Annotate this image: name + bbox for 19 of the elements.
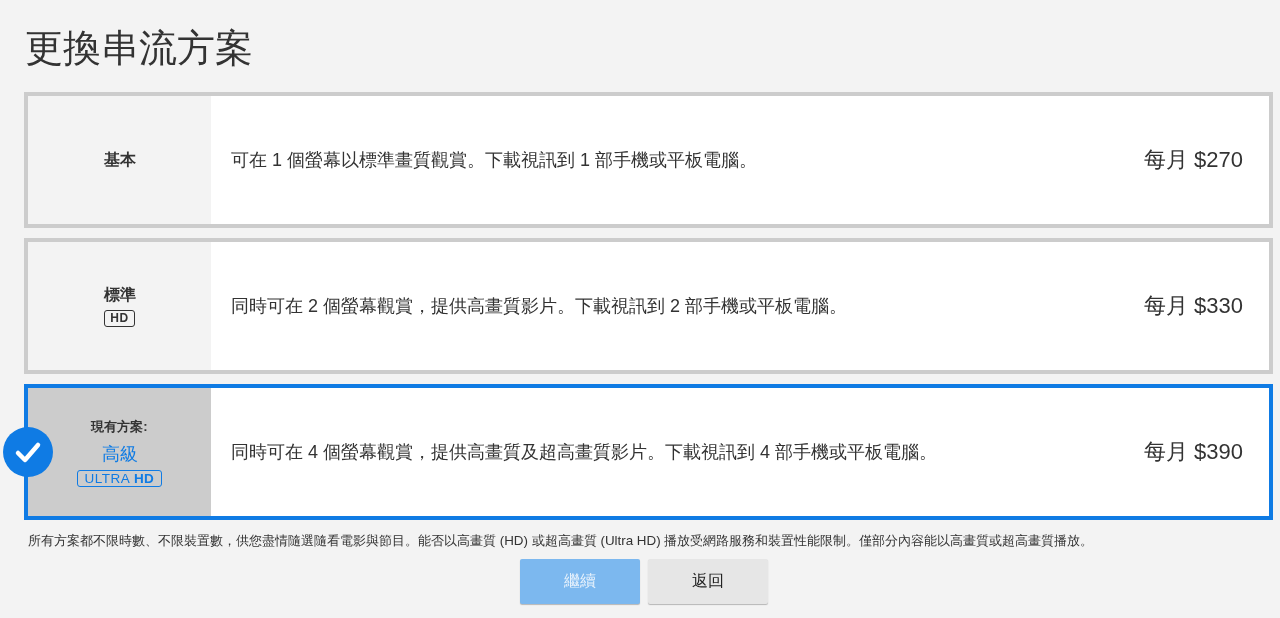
- current-plan-label: 現有方案:: [91, 417, 148, 436]
- plan-name: 標準: [103, 285, 136, 305]
- plan-price: 每月 $330: [1143, 292, 1243, 320]
- ultra-hd-badge: ULTRA HD: [76, 469, 163, 487]
- plan-price: 每月 $270: [1143, 146, 1243, 174]
- hd-badge: HD: [104, 310, 135, 327]
- plan-price: 每月 $390: [1143, 438, 1243, 466]
- plan-card[interactable]: 現有方案: 高級 ULTRA HD 同時可在 4 個螢幕觀賞，提供高畫質及超高畫質影片。下載視訊到 4 部手機或平板電腦。 每月 $390: [24, 384, 1273, 520]
- plan-description: 可在 1 個螢幕以標準畫質觀賞。下載視訊到 1 部手機或平板電腦。: [231, 149, 758, 172]
- footnote: 所有方案都不限時數、不限裝置數，供您盡情隨選隨看電影與節目。能否以高畫質 (HD) 或超高畫質 (Ultra HD) 播放受網路服務和裝置性能限制。僅部分內容能以高畫質或超高畫質播放。: [28, 532, 1095, 550]
- plan-name: 基本: [103, 149, 136, 170]
- plan-description: 同時可在 4 個螢幕觀賞，提供高畫質及超高畫質影片。下載視訊到 4 部手機或平板電腦。: [231, 441, 938, 464]
- page-title: 更換串流方案: [25, 26, 254, 71]
- back-button[interactable]: 返回: [647, 559, 768, 604]
- plan-name: 高級: [101, 442, 138, 466]
- plan-card[interactable]: 標準 HD 同時可在 2 個螢幕觀賞，提供高畫質影片。下載視訊到 2 部手機或平板電腦。 每月 $330: [24, 238, 1273, 374]
- check-icon: [3, 427, 53, 477]
- plan-card[interactable]: 基本 可在 1 個螢幕以標準畫質觀賞。下載視訊到 1 部手機或平板電腦。 每月 $270: [24, 92, 1273, 228]
- plan-description: 同時可在 2 個螢幕觀賞，提供高畫質影片。下載視訊到 2 部手機或平板電腦。: [231, 295, 848, 318]
